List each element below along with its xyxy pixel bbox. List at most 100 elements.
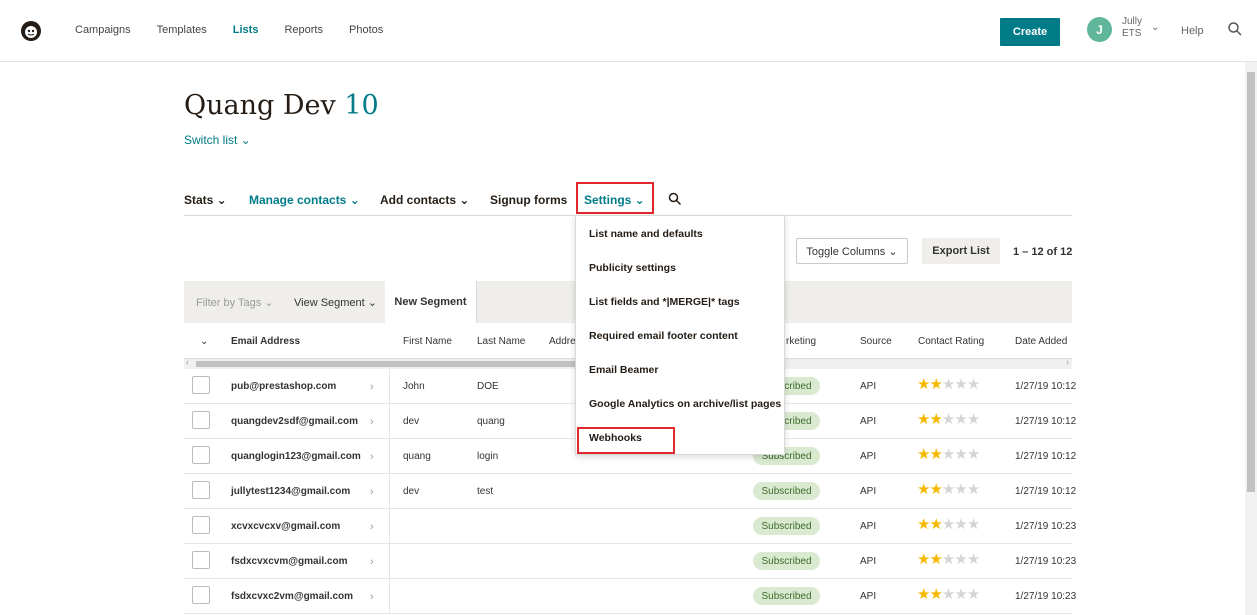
select-all-chevron-icon[interactable]: ⌄ bbox=[200, 336, 208, 347]
star-empty-icon: ★ bbox=[954, 481, 967, 498]
chevron-right-icon[interactable]: › bbox=[370, 556, 374, 568]
column-divider bbox=[389, 369, 390, 404]
row-first-name: dev bbox=[403, 486, 420, 497]
vertical-scrollbar[interactable] bbox=[1245, 62, 1257, 615]
table-row[interactable]: jullytest1234@gmail.com › dev test Subscribe… bbox=[184, 474, 1076, 509]
row-source: API bbox=[860, 591, 877, 602]
menu-item-email-beamer[interactable]: Email Beamer bbox=[589, 364, 658, 376]
row-checkbox[interactable] bbox=[192, 516, 210, 534]
star-filled-icon: ★ bbox=[929, 551, 942, 568]
col-date-added[interactable]: Date Added bbox=[1015, 336, 1067, 347]
new-segment-button[interactable]: New Segment bbox=[385, 281, 477, 323]
status-badge: Subscribed bbox=[753, 482, 820, 500]
menu-item-footer[interactable]: Required email footer content bbox=[589, 330, 738, 342]
col-first-name[interactable]: First Name bbox=[403, 336, 452, 347]
switch-list-link[interactable]: Switch list ⌄ bbox=[184, 133, 251, 147]
tab-signup-forms[interactable]: Signup forms bbox=[490, 193, 567, 207]
menu-item-publicity[interactable]: Publicity settings bbox=[589, 262, 676, 274]
star-empty-icon: ★ bbox=[941, 586, 955, 603]
scroll-right-icon[interactable]: › bbox=[1066, 357, 1069, 367]
star-empty-icon: ★ bbox=[966, 481, 980, 498]
star-empty-icon: ★ bbox=[966, 551, 980, 568]
view-segment-dropdown[interactable]: View Segment ⌄ bbox=[294, 296, 377, 309]
row-email[interactable]: xcvxcvcxv@gmail.com bbox=[231, 521, 340, 532]
row-checkbox[interactable] bbox=[192, 376, 210, 394]
col-marketing[interactable]: rketing bbox=[786, 336, 816, 347]
create-button[interactable]: Create bbox=[1000, 18, 1060, 46]
row-first-name: John bbox=[403, 381, 425, 392]
contact-rating-stars: ★★★★★ bbox=[917, 551, 980, 568]
tab-add-contacts[interactable]: Add contacts ⌄ bbox=[380, 193, 469, 207]
chevron-right-icon[interactable]: › bbox=[370, 451, 374, 463]
star-filled-icon: ★ bbox=[917, 376, 930, 393]
contact-rating-stars: ★★★★★ bbox=[917, 516, 980, 533]
nav-reports[interactable]: Reports bbox=[284, 24, 323, 36]
nav-campaigns[interactable]: Campaigns bbox=[75, 24, 131, 36]
star-filled-icon: ★ bbox=[929, 411, 942, 428]
col-source[interactable]: Source bbox=[860, 336, 892, 347]
menu-item-merge-tags[interactable]: List fields and *|MERGE|* tags bbox=[589, 296, 740, 308]
row-checkbox[interactable] bbox=[192, 446, 210, 464]
menu-item-google-analytics[interactable]: Google Analytics on archive/list pages bbox=[589, 398, 781, 410]
row-checkbox[interactable] bbox=[192, 586, 210, 604]
settings-dropdown-menu: List name and defaults Publicity setting… bbox=[575, 215, 785, 455]
search-icon[interactable] bbox=[668, 192, 682, 206]
row-date-added: 1/27/19 10:23 bbox=[1015, 591, 1077, 602]
row-email[interactable]: quangdev2sdf@gmail.com bbox=[231, 416, 358, 427]
chevron-right-icon[interactable]: › bbox=[370, 381, 374, 393]
menu-item-list-name[interactable]: List name and defaults bbox=[589, 228, 703, 240]
row-email[interactable]: fsdxcvxcvm@gmail.com bbox=[231, 556, 347, 567]
row-email[interactable]: pub@prestashop.com bbox=[231, 381, 336, 392]
star-empty-icon: ★ bbox=[954, 376, 967, 393]
nav-photos[interactable]: Photos bbox=[349, 24, 383, 36]
col-contact-rating[interactable]: Contact Rating bbox=[918, 336, 984, 347]
table-row[interactable]: xcvxcvcxv@gmail.com › Subscribed API ★★★★★ 1/… bbox=[184, 509, 1076, 544]
row-date-added: 1/27/19 10:12 bbox=[1015, 486, 1077, 497]
chevron-right-icon[interactable]: › bbox=[370, 486, 374, 498]
star-filled-icon: ★ bbox=[917, 481, 930, 498]
star-filled-icon: ★ bbox=[929, 481, 942, 498]
row-email[interactable]: jullytest1234@gmail.com bbox=[231, 486, 350, 497]
mailchimp-logo-icon[interactable] bbox=[20, 20, 42, 42]
star-empty-icon: ★ bbox=[966, 411, 980, 428]
avatar[interactable]: J bbox=[1087, 17, 1112, 42]
status-badge: Subscribed bbox=[753, 517, 820, 535]
row-last-name: login bbox=[477, 451, 499, 462]
row-email[interactable]: quanglogin123@gmail.com bbox=[231, 451, 361, 462]
star-filled-icon: ★ bbox=[917, 516, 930, 533]
vertical-scrollbar-thumb[interactable] bbox=[1247, 72, 1255, 492]
row-email[interactable]: fsdxcvxc2vm@gmail.com bbox=[231, 591, 353, 602]
row-checkbox[interactable] bbox=[192, 481, 210, 499]
nav-lists[interactable]: Lists bbox=[233, 24, 259, 36]
toggle-columns-button[interactable]: Toggle Columns ⌄ bbox=[796, 238, 908, 264]
row-source: API bbox=[860, 416, 877, 427]
help-link[interactable]: Help bbox=[1181, 25, 1204, 37]
star-empty-icon: ★ bbox=[941, 516, 955, 533]
table-row[interactable]: fsdxcvxc2vm@gmail.com › Subscribed API ★★★★★… bbox=[184, 579, 1076, 614]
tab-manage-contacts[interactable]: Manage contacts ⌄ bbox=[249, 193, 360, 207]
row-first-name: quang bbox=[403, 451, 431, 462]
scroll-left-icon[interactable]: ‹ bbox=[186, 357, 189, 367]
tab-stats[interactable]: Stats ⌄ bbox=[184, 193, 227, 207]
contact-rating-stars: ★★★★★ bbox=[917, 411, 980, 428]
col-address[interactable]: Addre bbox=[549, 336, 576, 347]
chevron-right-icon[interactable]: › bbox=[370, 521, 374, 533]
row-checkbox[interactable] bbox=[192, 411, 210, 429]
star-empty-icon: ★ bbox=[966, 446, 980, 463]
star-filled-icon: ★ bbox=[917, 411, 930, 428]
col-last-name[interactable]: Last Name bbox=[477, 336, 525, 347]
star-empty-icon: ★ bbox=[954, 446, 967, 463]
col-email[interactable]: Email Address bbox=[231, 336, 300, 347]
row-source: API bbox=[860, 556, 877, 567]
chevron-down-icon[interactable]: ⌄ bbox=[1151, 22, 1159, 33]
table-row[interactable]: fsdxcvxcvm@gmail.com › Subscribed API ★★★★★ 1… bbox=[184, 544, 1076, 579]
export-list-button[interactable]: Export List bbox=[922, 238, 1000, 264]
chevron-right-icon[interactable]: › bbox=[370, 416, 374, 428]
chevron-right-icon[interactable]: › bbox=[370, 591, 374, 603]
account-name-line1: Jully bbox=[1122, 16, 1143, 27]
account-name[interactable]: Jully ETS bbox=[1122, 16, 1142, 40]
filter-by-tags-dropdown[interactable]: Filter by Tags ⌄ bbox=[196, 296, 273, 309]
row-checkbox[interactable] bbox=[192, 551, 210, 569]
search-icon[interactable] bbox=[1227, 21, 1243, 37]
nav-templates[interactable]: Templates bbox=[157, 24, 207, 36]
